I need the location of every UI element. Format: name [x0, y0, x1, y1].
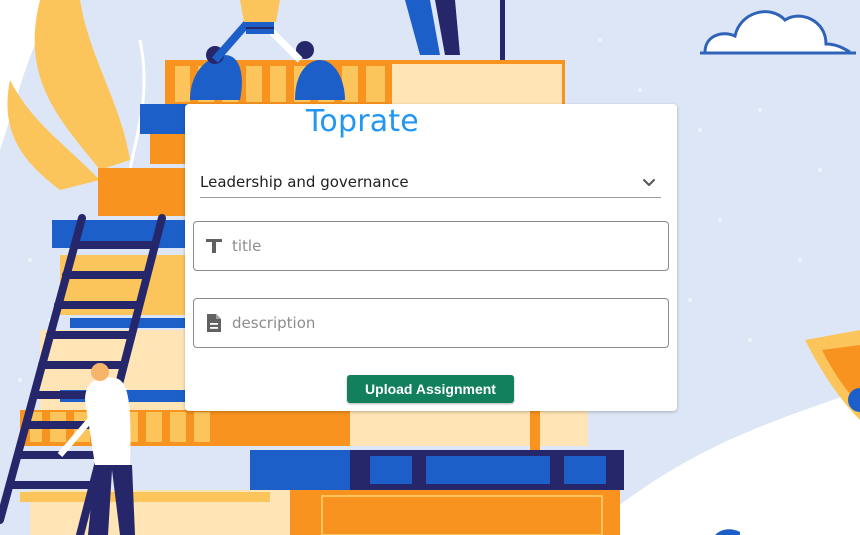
text-format-icon: [206, 239, 222, 253]
description-input[interactable]: [232, 299, 652, 347]
upload-assignment-button[interactable]: Upload Assignment: [347, 375, 514, 403]
chevron-down-icon: [643, 179, 655, 186]
category-select-value: Leadership and governance: [200, 173, 409, 191]
category-select[interactable]: Leadership and governance: [200, 167, 661, 198]
brand-title: Toprate: [306, 104, 419, 139]
upload-assignment-card: Toprate Leadership and governance Upload…: [185, 104, 677, 411]
document-icon: [207, 314, 221, 332]
description-field[interactable]: [193, 298, 669, 348]
title-input[interactable]: [232, 222, 652, 270]
title-field[interactable]: [193, 221, 669, 271]
